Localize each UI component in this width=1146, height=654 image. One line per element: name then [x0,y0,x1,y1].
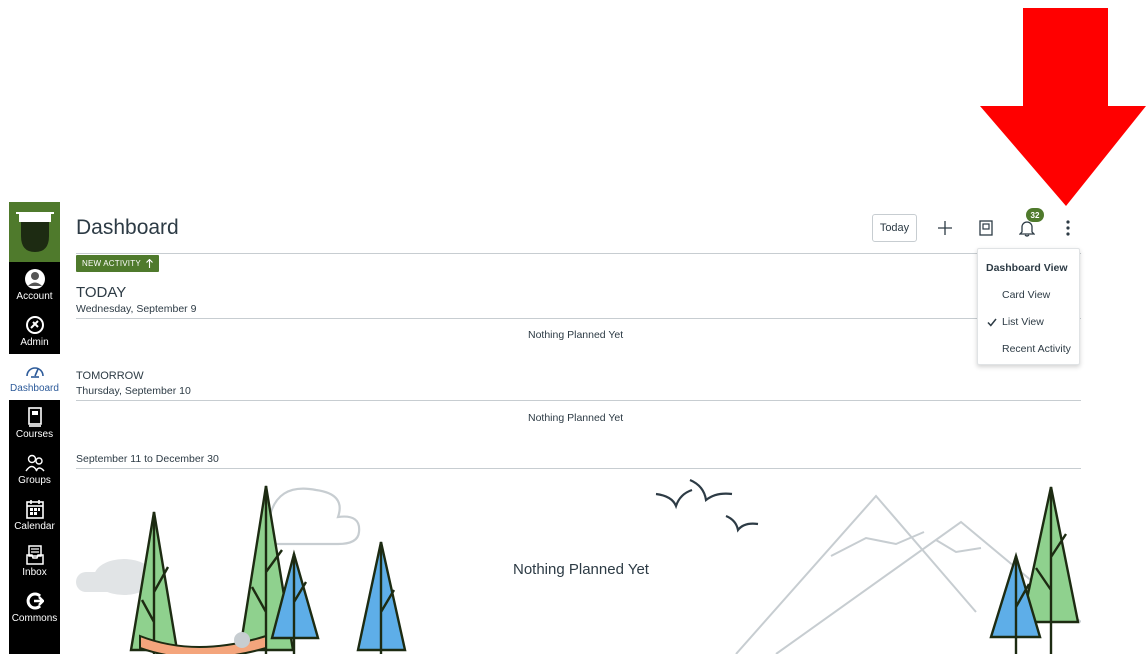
day-heading-today: TODAY [76,284,127,301]
nav-item-calendar[interactable]: Calendar [9,492,60,538]
admin-icon [25,314,45,336]
add-icon[interactable] [933,216,957,240]
page-title: Dashboard [76,216,179,239]
more-options-kebab-icon[interactable] [1056,216,1080,240]
grades-icon[interactable] [974,216,998,240]
nothing-planned-range: Nothing Planned Yet [513,561,649,578]
red-annotation-arrow [980,8,1146,206]
nav-item-label: Account [16,291,53,302]
section-divider [76,318,1081,319]
nav-item-courses[interactable]: Courses [9,400,60,446]
day-heading-range: September 11 to December 30 [76,453,219,465]
nav-item-label: Calendar [14,521,55,532]
nav-item-label: Courses [15,429,54,440]
account-icon [24,268,46,290]
nav-item-label: Inbox [22,567,47,578]
tree-icon [356,541,407,654]
menu-item-recent-activity[interactable]: Recent Activity [1002,343,1071,355]
menu-item-card-view[interactable]: Card View [1002,289,1050,301]
commons-icon [26,590,44,612]
nothing-planned-today: Nothing Planned Yet [528,329,624,341]
new-activity-label: NEW ACTIVITY [82,259,141,268]
section-divider [76,468,1081,469]
checkmark-icon [987,318,997,327]
day-date-tomorrow: Thursday, September 10 [76,385,191,397]
dashboard-view-menu: Dashboard View Card View List View Recen… [977,248,1080,365]
notification-count-badge: 32 [1026,208,1044,222]
dashboard-main: Dashboard Today 32 NEW ACTIVITY TODAY We… [76,202,1081,654]
nav-item-groups[interactable]: Groups [9,446,60,492]
dashboard-icon [25,360,45,382]
header-divider [76,253,1081,254]
nav-item-dashboard[interactable]: Dashboard [9,354,60,400]
nav-item-commons[interactable]: Commons [9,584,60,630]
nav-item-label: Commons [11,613,58,624]
day-heading-tomorrow: TOMORROW [76,370,144,382]
calendar-icon [25,498,44,520]
dashboard-view-menu-title: Dashboard View [986,262,1068,274]
arrow-up-icon [145,259,153,268]
menu-item-list-view[interactable]: List View [1002,316,1044,328]
acorn-logo-icon [15,212,54,252]
nav-item-account[interactable]: Account [9,262,60,308]
inbox-icon [25,544,44,566]
global-navigation: Account Admin Dashboard Courses Groups C… [9,202,60,654]
nav-item-label: Admin [20,337,49,348]
today-button[interactable]: Today [872,214,917,242]
section-divider [76,400,1081,401]
nav-item-label: Groups [18,475,51,486]
courses-icon [27,406,43,428]
nav-item-admin[interactable]: Admin [9,308,60,354]
birds-icon [655,478,759,533]
nothing-planned-tomorrow: Nothing Planned Yet [528,412,624,424]
day-date-today: Wednesday, September 9 [76,303,197,315]
school-logo[interactable] [9,202,60,262]
nav-item-label: Dashboard [10,383,59,394]
new-activity-button[interactable]: NEW ACTIVITY [76,255,159,272]
groups-icon [24,452,45,474]
nav-item-inbox[interactable]: Inbox [9,538,60,584]
